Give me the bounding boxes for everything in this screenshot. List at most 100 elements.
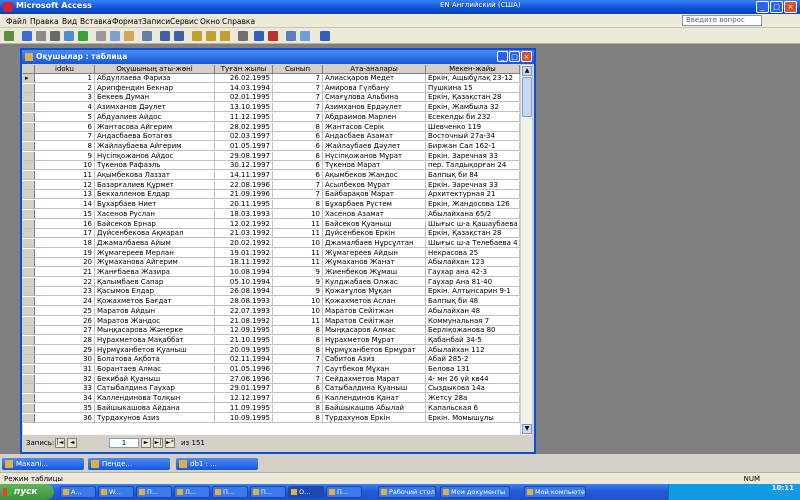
cell-address[interactable]: Некрасова 25 xyxy=(426,248,520,258)
taskbar-item-access[interactable]: О... xyxy=(288,486,324,498)
cell-parents[interactable]: Байсеков Қуаныш xyxy=(323,219,426,229)
menu-records[interactable]: Записи xyxy=(142,17,170,26)
cell-idoku[interactable]: 11 xyxy=(35,171,95,180)
cell-student-name[interactable]: Абдуалиев Айдос xyxy=(95,112,215,122)
cell-student-name[interactable]: Бекибай Қуаныш xyxy=(95,374,215,384)
cell-class[interactable]: 6 xyxy=(273,151,323,161)
close-button[interactable]: × xyxy=(784,1,797,13)
cell-address[interactable]: Восточный 27а-34 xyxy=(426,132,520,142)
cell-idoku[interactable]: 5 xyxy=(35,112,95,122)
row-selector[interactable] xyxy=(23,316,35,326)
cell-parents[interactable]: Сейдахметов Марат xyxy=(323,374,426,384)
menu-view[interactable]: Вид xyxy=(62,17,77,26)
cell-parents[interactable]: Нұрахметов Мұрат xyxy=(323,335,426,345)
cell-birth-date[interactable]: 28.02.1995 xyxy=(215,122,273,132)
vertical-scrollbar[interactable]: ▲ ▼ xyxy=(520,65,532,435)
cell-student-name[interactable]: Түкенов Рафаэль xyxy=(95,161,215,171)
cell-student-name[interactable]: Қалымбаев Сапар xyxy=(95,277,215,287)
cell-class[interactable]: 10 xyxy=(273,297,323,307)
row-selector[interactable] xyxy=(23,287,35,297)
paste-icon[interactable] xyxy=(124,31,134,41)
cell-class[interactable]: 11 xyxy=(273,248,323,258)
table-row[interactable]: 9 Нүсіпқожанов Айдос 29.08.1997 6 Нүсіпқожан… xyxy=(23,151,520,161)
table-row[interactable]: 32 Бекибай Қуаныш 27.06.1996 7 Сейдахметов М… xyxy=(23,374,520,384)
cell-parents[interactable]: Кулджабаев Олжас xyxy=(323,277,426,287)
cell-student-name[interactable]: Бекхалленов Елдар xyxy=(95,190,215,200)
cell-idoku[interactable]: 33 xyxy=(35,384,95,394)
table-row[interactable]: 24 Қожахметов Бағдат 28.08.1993 10 Қожахмето… xyxy=(23,297,520,307)
column-header-idoku[interactable]: idoku xyxy=(35,65,95,74)
cell-idoku[interactable]: 32 xyxy=(35,374,95,384)
cell-class[interactable]: 7 xyxy=(273,180,323,190)
cell-class[interactable]: 7 xyxy=(273,365,323,374)
cell-student-name[interactable]: Бекеев Думан xyxy=(95,93,215,103)
cell-idoku[interactable]: 27 xyxy=(35,326,95,336)
database-window-icon[interactable] xyxy=(286,31,296,41)
cell-student-name[interactable]: Борантаев Алмас xyxy=(95,365,215,374)
cell-idoku[interactable]: 1 xyxy=(35,74,95,83)
cell-student-name[interactable]: Турдахунов Азиз xyxy=(95,413,215,423)
cell-parents[interactable]: Алиасқаров Медет xyxy=(323,74,426,83)
taskbar-item[interactable]: Л... xyxy=(174,486,210,498)
cell-address[interactable]: Абылайхан 48 xyxy=(426,306,520,316)
taskbar-item[interactable]: П... xyxy=(136,486,172,498)
cell-address[interactable]: Абай 285-2 xyxy=(426,355,520,365)
cell-address[interactable]: Абылайхан 123 xyxy=(426,258,520,268)
cell-birth-date[interactable]: 22.08.1996 xyxy=(215,180,273,190)
cell-class[interactable]: 8 xyxy=(273,326,323,336)
table-row[interactable]: 3 Бекеев Думан 02.01.1995 7 Смағұлова Альбин… xyxy=(23,93,520,103)
cell-idoku[interactable]: 31 xyxy=(35,365,95,374)
cell-idoku[interactable]: 3 xyxy=(35,93,95,103)
scroll-down-arrow[interactable]: ▼ xyxy=(522,424,532,434)
cell-address[interactable]: Шевченко 119 xyxy=(426,122,520,132)
cell-idoku[interactable]: 13 xyxy=(35,190,95,200)
cell-address[interactable]: Еркін, Қазақстан 28 xyxy=(426,229,520,239)
filter-selection-icon[interactable] xyxy=(192,31,202,41)
cell-address[interactable]: Есекелды би 232 xyxy=(426,112,520,122)
next-record-button[interactable]: ► xyxy=(141,438,151,448)
column-header-class[interactable]: Сынып xyxy=(273,65,323,74)
cell-class[interactable]: 7 xyxy=(273,355,323,365)
cell-idoku[interactable]: 25 xyxy=(35,306,95,316)
row-selector[interactable] xyxy=(23,403,35,413)
cell-parents[interactable]: Джамалбаев Нұрсұлтан xyxy=(323,238,426,248)
cell-parents[interactable]: Қожағұлов Мұқан xyxy=(323,287,426,297)
cell-birth-date[interactable]: 21.09.1996 xyxy=(215,190,273,200)
table-row[interactable]: ▸ 1 Абдуллаева Фариза 26.02.1995 7 Алиасқаров… xyxy=(23,74,520,83)
cell-class[interactable]: 7 xyxy=(273,112,323,122)
view-icon[interactable] xyxy=(4,31,14,41)
cell-student-name[interactable]: Абдуллаева Фариза xyxy=(95,74,215,83)
table-row[interactable]: 25 Маратов Айдын 22.07.1993 10 Маратов Сейіт… xyxy=(23,306,520,316)
cell-birth-date[interactable]: 02.11.1994 xyxy=(215,355,273,365)
cell-student-name[interactable]: Базарғалиев Құрмет xyxy=(95,180,215,190)
taskbar-item[interactable]: A... xyxy=(60,486,96,498)
cell-birth-date[interactable]: 21.08.1992 xyxy=(215,316,273,326)
cell-address[interactable]: Капальская 6 xyxy=(426,403,520,413)
cell-birth-date[interactable]: 10.08.1994 xyxy=(215,268,273,277)
cell-address[interactable]: Шығыс ш-а Қашаубаева 21 xyxy=(426,219,520,229)
cell-student-name[interactable]: Маратов Жандос xyxy=(95,316,215,326)
cell-student-name[interactable]: Андасбаева Ботагөз xyxy=(95,132,215,142)
cell-class[interactable]: 6 xyxy=(273,161,323,171)
cell-class[interactable]: 6 xyxy=(273,132,323,142)
row-selector[interactable] xyxy=(23,229,35,239)
undo-icon[interactable] xyxy=(142,31,152,41)
row-selector[interactable] xyxy=(23,248,35,258)
cell-parents[interactable]: Түкенов Марат xyxy=(323,161,426,171)
cell-birth-date[interactable]: 05.10.1994 xyxy=(215,277,273,287)
cell-parents[interactable]: Мыңқасаров Алмас xyxy=(323,326,426,336)
cell-parents[interactable]: Жұмаханов Жанат xyxy=(323,258,426,268)
cell-birth-date[interactable]: 20.09.1995 xyxy=(215,345,273,355)
maximize-button[interactable]: □ xyxy=(770,1,783,13)
minimized-window-3[interactable]: db1 : ... xyxy=(176,458,258,470)
cell-student-name[interactable]: Арипфендин Бекнар xyxy=(95,83,215,93)
minimized-window-2[interactable]: Пенде... xyxy=(88,458,170,470)
cell-class[interactable]: 11 xyxy=(273,316,323,326)
cell-idoku[interactable]: 4 xyxy=(35,103,95,113)
cell-address[interactable]: Берліқожанова 80 xyxy=(426,326,520,336)
taskbar-my-documents[interactable]: Мои документы xyxy=(440,486,510,498)
table-row[interactable]: 8 Жайлаубаева Айгерим 01.05.1997 6 Жайлаубае… xyxy=(23,141,520,151)
cell-idoku[interactable]: 28 xyxy=(35,335,95,345)
table-row[interactable]: 22 Қалымбаев Сапар 05.10.1994 9 Кулджабаев О… xyxy=(23,277,520,287)
cell-student-name[interactable]: Ақымбекова Лаззат xyxy=(95,171,215,180)
